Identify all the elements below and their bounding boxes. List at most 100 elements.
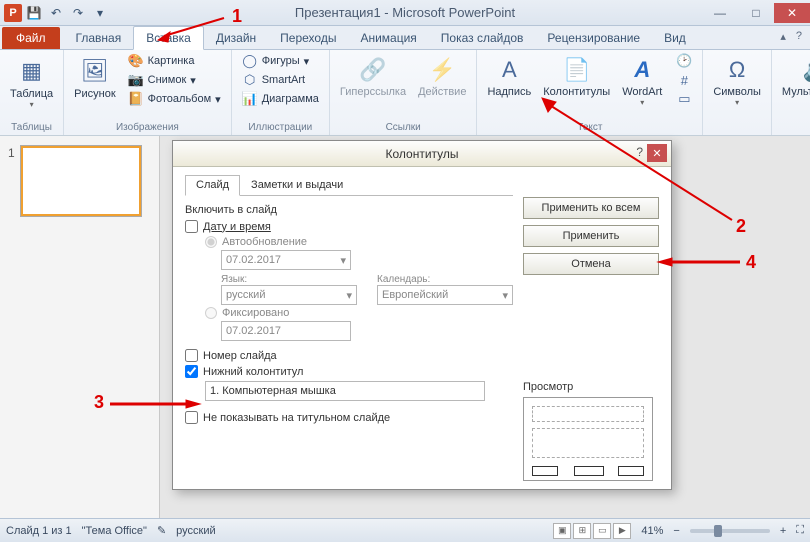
- dialog-tab-slide[interactable]: Слайд: [185, 175, 240, 196]
- album-label: Фотоальбом: [148, 93, 212, 105]
- tab-file[interactable]: Файл: [2, 27, 60, 49]
- hyperlink-label: Гиперссылка: [340, 86, 406, 98]
- media-button[interactable]: 🔊 Мультимедиа ▾: [778, 52, 810, 109]
- lang-combo[interactable]: русский ▾: [221, 285, 357, 305]
- cancel-button[interactable]: Отмена: [523, 253, 659, 275]
- group-label-links: Ссылки: [336, 121, 471, 135]
- group-label-tables: Таблицы: [6, 121, 57, 135]
- media-icon: 🔊: [800, 54, 810, 86]
- group-links: 🔗 Гиперссылка ⚡ Действие Ссылки: [330, 50, 478, 135]
- datetime-checkbox[interactable]: Дату и время: [185, 220, 513, 233]
- date-combo[interactable]: 07.02.2017▾: [221, 250, 351, 270]
- photoalbum-button[interactable]: 📔Фотоальбом ▾: [124, 90, 225, 108]
- slideshow-view-button[interactable]: ▶: [613, 523, 631, 539]
- slide-thumbnail-panel: 1: [0, 136, 160, 518]
- auto-update-label: Автообновление: [222, 236, 307, 248]
- group-label-images: Изображения: [70, 121, 225, 135]
- action-button[interactable]: ⚡ Действие: [414, 52, 470, 100]
- tab-review[interactable]: Рецензирование: [535, 27, 652, 49]
- slide-thumbnail[interactable]: 1: [8, 146, 151, 216]
- reading-view-button[interactable]: ▭: [593, 523, 611, 539]
- apply-button[interactable]: Применить: [523, 225, 659, 247]
- auto-update-radio-input[interactable]: [205, 236, 217, 248]
- powerpoint-icon: P: [4, 4, 22, 22]
- close-button[interactable]: ✕: [774, 3, 810, 23]
- footer-text-input[interactable]: [205, 381, 485, 401]
- group-media: 🔊 Мультимедиа ▾: [772, 50, 810, 135]
- slidenumber-button[interactable]: #: [672, 71, 696, 89]
- headerfooter-button[interactable]: 📄 Колонтитулы: [539, 52, 614, 100]
- wordart-icon: A: [626, 54, 658, 86]
- headerfooter-icon: 📄: [561, 54, 593, 86]
- fixed-date-input[interactable]: [221, 321, 351, 341]
- clipart-button[interactable]: 🎨Картинка: [124, 52, 225, 70]
- annotation-1: 1: [232, 6, 242, 27]
- slidenumber-checkbox-input[interactable]: [185, 349, 198, 362]
- tab-view[interactable]: Вид: [652, 27, 698, 49]
- symbols-label: Символы: [713, 86, 761, 98]
- chevron-down-icon: ▾: [346, 289, 352, 302]
- help-icon[interactable]: ?: [796, 30, 802, 43]
- window-title: Презентация1 - Microsoft PowerPoint: [0, 5, 810, 20]
- hyperlink-button[interactable]: 🔗 Гиперссылка: [336, 52, 410, 100]
- minimize-button[interactable]: —: [702, 3, 738, 23]
- collapse-ribbon-icon[interactable]: ▴: [780, 30, 786, 43]
- undo-button[interactable]: ↶: [46, 3, 66, 23]
- chart-icon: 📊: [242, 91, 258, 107]
- sorter-view-button[interactable]: ⊞: [573, 523, 591, 539]
- noshow-title-checkbox[interactable]: Не показывать на титульном слайде: [185, 411, 513, 424]
- textbox-button[interactable]: A Надпись: [483, 52, 535, 100]
- group-illustrations: ◯Фигуры ▾ ⬡SmartArt 📊Диаграмма Иллюстрац…: [232, 50, 330, 135]
- fit-screen-button[interactable]: ⛶: [796, 524, 804, 537]
- annotation-3: 3: [94, 392, 104, 413]
- tab-animation[interactable]: Анимация: [348, 27, 428, 49]
- chart-button[interactable]: 📊Диаграмма: [238, 90, 323, 108]
- datetime-button[interactable]: 🕑: [672, 52, 696, 70]
- fixed-radio[interactable]: Фиксировано: [205, 307, 513, 319]
- smartart-label: SmartArt: [262, 74, 305, 86]
- include-label: Включить в слайд: [185, 204, 513, 216]
- table-icon: ▦: [15, 54, 49, 88]
- tab-home[interactable]: Главная: [64, 27, 134, 49]
- redo-button[interactable]: ↷: [68, 3, 88, 23]
- tab-transitions[interactable]: Переходы: [268, 27, 348, 49]
- status-theme: "Тема Office": [82, 525, 147, 537]
- footer-checkbox[interactable]: Нижний колонтитул: [185, 365, 513, 378]
- datetime-checkbox-input[interactable]: [185, 220, 198, 233]
- zoom-slider[interactable]: [690, 529, 770, 533]
- picture-button[interactable]: 🖼 Рисунок: [70, 52, 120, 102]
- smartart-button[interactable]: ⬡SmartArt: [238, 71, 323, 89]
- normal-view-button[interactable]: ▣: [553, 523, 571, 539]
- lang-value: русский: [226, 289, 265, 301]
- fixed-radio-input[interactable]: [205, 307, 217, 319]
- shapes-button[interactable]: ◯Фигуры ▾: [238, 52, 323, 70]
- status-language[interactable]: русский: [176, 525, 215, 537]
- spellcheck-icon[interactable]: ✎: [157, 524, 166, 537]
- screenshot-button[interactable]: 📷Снимок ▾: [124, 71, 225, 89]
- dialog-tab-notes[interactable]: Заметки и выдачи: [240, 175, 354, 195]
- picture-icon: 🖼: [78, 54, 112, 88]
- qat-dropdown[interactable]: ▾: [90, 3, 110, 23]
- zoom-in-button[interactable]: +: [780, 525, 786, 537]
- calendar-combo[interactable]: Европейский ▾: [377, 285, 513, 305]
- status-bar: Слайд 1 из 1 "Тема Office" ✎ русский ▣ ⊞…: [0, 518, 810, 542]
- calendar-label: Календарь:: [377, 274, 513, 285]
- datetime-icon: 🕑: [676, 53, 692, 69]
- footer-checkbox-input[interactable]: [185, 365, 198, 378]
- tab-slideshow[interactable]: Показ слайдов: [429, 27, 536, 49]
- group-label-illus: Иллюстрации: [238, 121, 323, 135]
- slidenumber-checkbox[interactable]: Номер слайда: [185, 349, 513, 362]
- maximize-button[interactable]: □: [738, 3, 774, 23]
- save-button[interactable]: 💾: [24, 3, 44, 23]
- headerfooter-label: Колонтитулы: [543, 86, 610, 98]
- table-button[interactable]: ▦ Таблица ▾: [6, 52, 57, 111]
- action-icon: ⚡: [426, 54, 458, 86]
- zoom-out-button[interactable]: −: [673, 525, 679, 537]
- chevron-down-icon: ▾: [502, 289, 508, 302]
- slidenumber-label: Номер слайда: [203, 350, 277, 362]
- window-controls: — □ ✕: [702, 3, 810, 23]
- arrow-3: [110, 400, 200, 408]
- auto-update-radio[interactable]: Автообновление: [205, 236, 513, 248]
- calendar-value: Европейский: [382, 289, 448, 301]
- noshow-title-checkbox-input[interactable]: [185, 411, 198, 424]
